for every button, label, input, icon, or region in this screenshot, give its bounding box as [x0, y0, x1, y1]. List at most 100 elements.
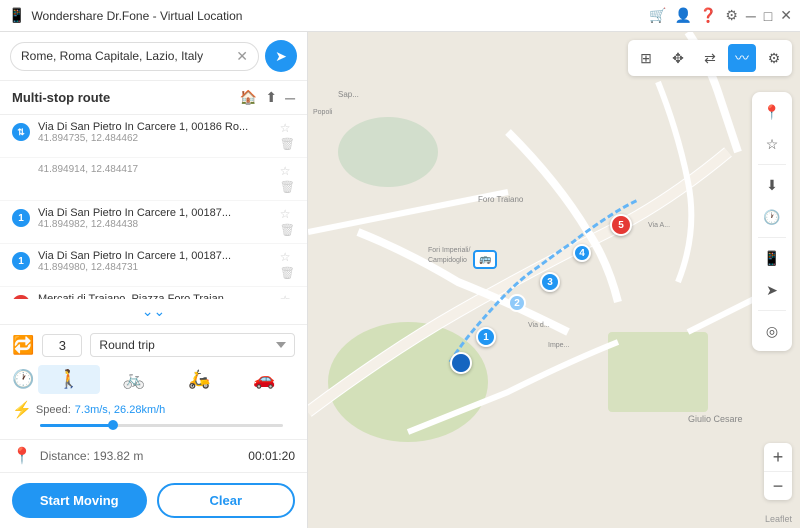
titlebar-controls: 🛒 👤 ❓ ⚙ ─ □ ✕ — [649, 7, 792, 24]
start-moving-button[interactable]: Start Moving — [12, 483, 147, 518]
delete-icon-2[interactable]: 🗑 — [280, 223, 295, 237]
stop-actions-coords: ☆ 🗑 — [280, 164, 295, 194]
stop-item: ⇅ Via Di San Pietro In Carcere 1, 00186 … — [0, 115, 307, 158]
speed-label: Speed: — [36, 404, 71, 416]
add-stop-button[interactable]: 🏠 — [240, 89, 257, 106]
map-marker-button[interactable]: 📍 — [758, 98, 786, 126]
stop-item-3: 1 Via Di San Pietro In Carcere 1, 00187.… — [0, 244, 307, 287]
waypoint-4: 3 — [540, 272, 560, 292]
speed-slider-thumb — [108, 420, 118, 430]
expand-row: ⌄⌄ — [0, 299, 307, 325]
map-area[interactable]: Colonnata Foro Traiano Fori Imperiali/ C… — [308, 32, 800, 528]
export-button[interactable]: ⬆ — [265, 89, 277, 106]
svg-text:Via d...: Via d... — [528, 322, 550, 329]
waypoint-5: 4 — [573, 244, 591, 262]
star-button[interactable]: ☆ — [758, 130, 786, 158]
waypoint-destination: 5 — [610, 214, 632, 236]
map-toolbar: ⊞ ✥ ⇄ 〰 ⚙ — [628, 40, 792, 76]
leaflet-label: Leaflet — [765, 514, 792, 524]
stop-info-1: Via Di San Pietro In Carcere 1, 00186 Ro… — [38, 121, 272, 144]
zoom-out-button[interactable]: − — [764, 472, 792, 500]
walk-icon: 🚶 — [58, 369, 80, 390]
minimize-button[interactable]: ─ — [746, 8, 756, 24]
stop-info-3: Via Di San Pietro In Carcere 1, 00187...… — [38, 250, 272, 273]
zoom-in-button[interactable]: + — [764, 443, 792, 471]
cart-icon[interactable]: 🛒 — [649, 7, 666, 24]
settings-tool-button[interactable]: ⚙ — [760, 44, 788, 72]
help-icon[interactable]: ❓ — [700, 7, 717, 24]
close-button[interactable]: ✕ — [780, 7, 792, 24]
stop-address-2: Via Di San Pietro In Carcere 1, 00187... — [38, 207, 272, 219]
waypoint-2: 1 — [476, 327, 496, 347]
collapse-button[interactable]: ─ — [285, 90, 295, 106]
grid-tool-button[interactable]: ⊞ — [632, 44, 660, 72]
star-icon-2[interactable]: ☆ — [280, 207, 295, 221]
phone-button[interactable]: 📱 — [758, 244, 786, 272]
speed-slider-container — [12, 424, 295, 431]
delete-icon-coords[interactable]: 🗑 — [280, 180, 295, 194]
svg-text:Giulio Cesare: Giulio Cesare — [688, 414, 743, 424]
main-container: Rome, Roma Capitale, Lazio, Italy ✕ ➤ Mu… — [0, 32, 800, 528]
star-icon-coords[interactable]: ☆ — [280, 164, 295, 178]
map-attribution: Leaflet — [765, 514, 792, 524]
search-go-button[interactable]: ➤ — [265, 40, 297, 72]
bike-transport-button[interactable]: 🚲 — [104, 365, 165, 394]
scooter-transport-button[interactable]: 🛵 — [169, 365, 230, 394]
speedometer-icon: 🕐 — [12, 369, 34, 390]
stop-actions-2: ☆ 🗑 — [280, 207, 295, 237]
user-icon[interactable]: 👤 — [674, 7, 691, 24]
expand-button[interactable]: ⌄⌄ — [142, 303, 165, 320]
navigate-button[interactable]: ➤ — [758, 276, 786, 304]
svg-text:Fori Imperiali/: Fori Imperiali/ — [428, 247, 470, 254]
trip-count-input[interactable] — [42, 334, 82, 357]
stop-item-2: 1 Via Di San Pietro In Carcere 1, 00187.… — [0, 201, 307, 244]
stop-number-1: ⇅ — [12, 123, 30, 141]
stop-item-coords: 41.894914, 12.484417 ☆ 🗑 — [0, 158, 307, 201]
star-icon-1[interactable]: ☆ — [280, 121, 295, 135]
speed-slider-fill — [40, 424, 113, 427]
share-tool-button[interactable]: ⇄ — [696, 44, 724, 72]
route-tool-button[interactable]: 〰 — [728, 44, 756, 72]
side-divider-1 — [758, 164, 786, 165]
titlebar: 📱 Wondershare Dr.Fone - Virtual Location… — [0, 0, 800, 32]
stop-coords-1: 41.894735, 12.484462 — [38, 133, 272, 144]
repeat-icon: 🔁 — [12, 335, 34, 356]
walk-transport-button[interactable]: 🚶 — [38, 365, 99, 394]
trip-mode-select[interactable]: Round trip One way Loop — [90, 333, 295, 357]
clock-button[interactable]: 🕐 — [758, 203, 786, 231]
stop-number-2: 1 — [12, 209, 30, 227]
search-clear-button[interactable]: ✕ — [236, 48, 248, 65]
search-input-wrapper: Rome, Roma Capitale, Lazio, Italy ✕ — [10, 42, 259, 71]
svg-text:Campidoglio: Campidoglio — [428, 257, 467, 264]
search-bar: Rome, Roma Capitale, Lazio, Italy ✕ ➤ — [0, 32, 307, 81]
location-button[interactable]: ◎ — [758, 317, 786, 345]
svg-text:Foro Traiano: Foro Traiano — [478, 195, 524, 204]
stop-address-3: Via Di San Pietro In Carcere 1, 00187... — [38, 250, 272, 262]
settings-section: 🔁 Round trip One way Loop 🕐 🚶 🚲 🛵 — [0, 325, 307, 440]
download-button[interactable]: ⬇ — [758, 171, 786, 199]
speed-slider[interactable] — [40, 424, 283, 427]
search-input-text[interactable]: Rome, Roma Capitale, Lazio, Italy — [21, 49, 232, 63]
speed-value[interactable]: 7.3m/s, 26.28km/h — [75, 404, 166, 416]
clear-button[interactable]: Clear — [157, 483, 296, 518]
map-background: Colonnata Foro Traiano Fori Imperiali/ C… — [308, 32, 800, 528]
route-header: Multi-stop route 🏠 ⬆ ─ — [0, 81, 307, 115]
car-transport-button[interactable]: 🚗 — [234, 365, 295, 394]
delete-icon-1[interactable]: 🗑 — [280, 137, 295, 151]
star-icon-3[interactable]: ☆ — [280, 250, 295, 264]
side-divider-2 — [758, 237, 786, 238]
waypoint-3: 2 — [508, 294, 526, 312]
maximize-button[interactable]: □ — [764, 8, 772, 24]
trip-row: 🔁 Round trip One way Loop — [12, 333, 295, 357]
map-side-buttons: 📍 ☆ ⬇ 🕐 📱 ➤ ◎ — [752, 92, 792, 351]
side-divider-3 — [758, 310, 786, 311]
svg-text:Impe...: Impe... — [548, 342, 569, 349]
map-zoom-buttons: + − — [764, 443, 792, 500]
move-tool-button[interactable]: ✥ — [664, 44, 692, 72]
stop-coords-2: 41.894982, 12.484438 — [38, 219, 272, 230]
app-title: Wondershare Dr.Fone - Virtual Location — [31, 9, 643, 23]
delete-icon-3[interactable]: 🗑 — [280, 266, 295, 280]
pin-icon: 📍 — [12, 446, 32, 466]
stop-info-2: Via Di San Pietro In Carcere 1, 00187...… — [38, 207, 272, 230]
settings-icon[interactable]: ⚙ — [725, 7, 738, 24]
